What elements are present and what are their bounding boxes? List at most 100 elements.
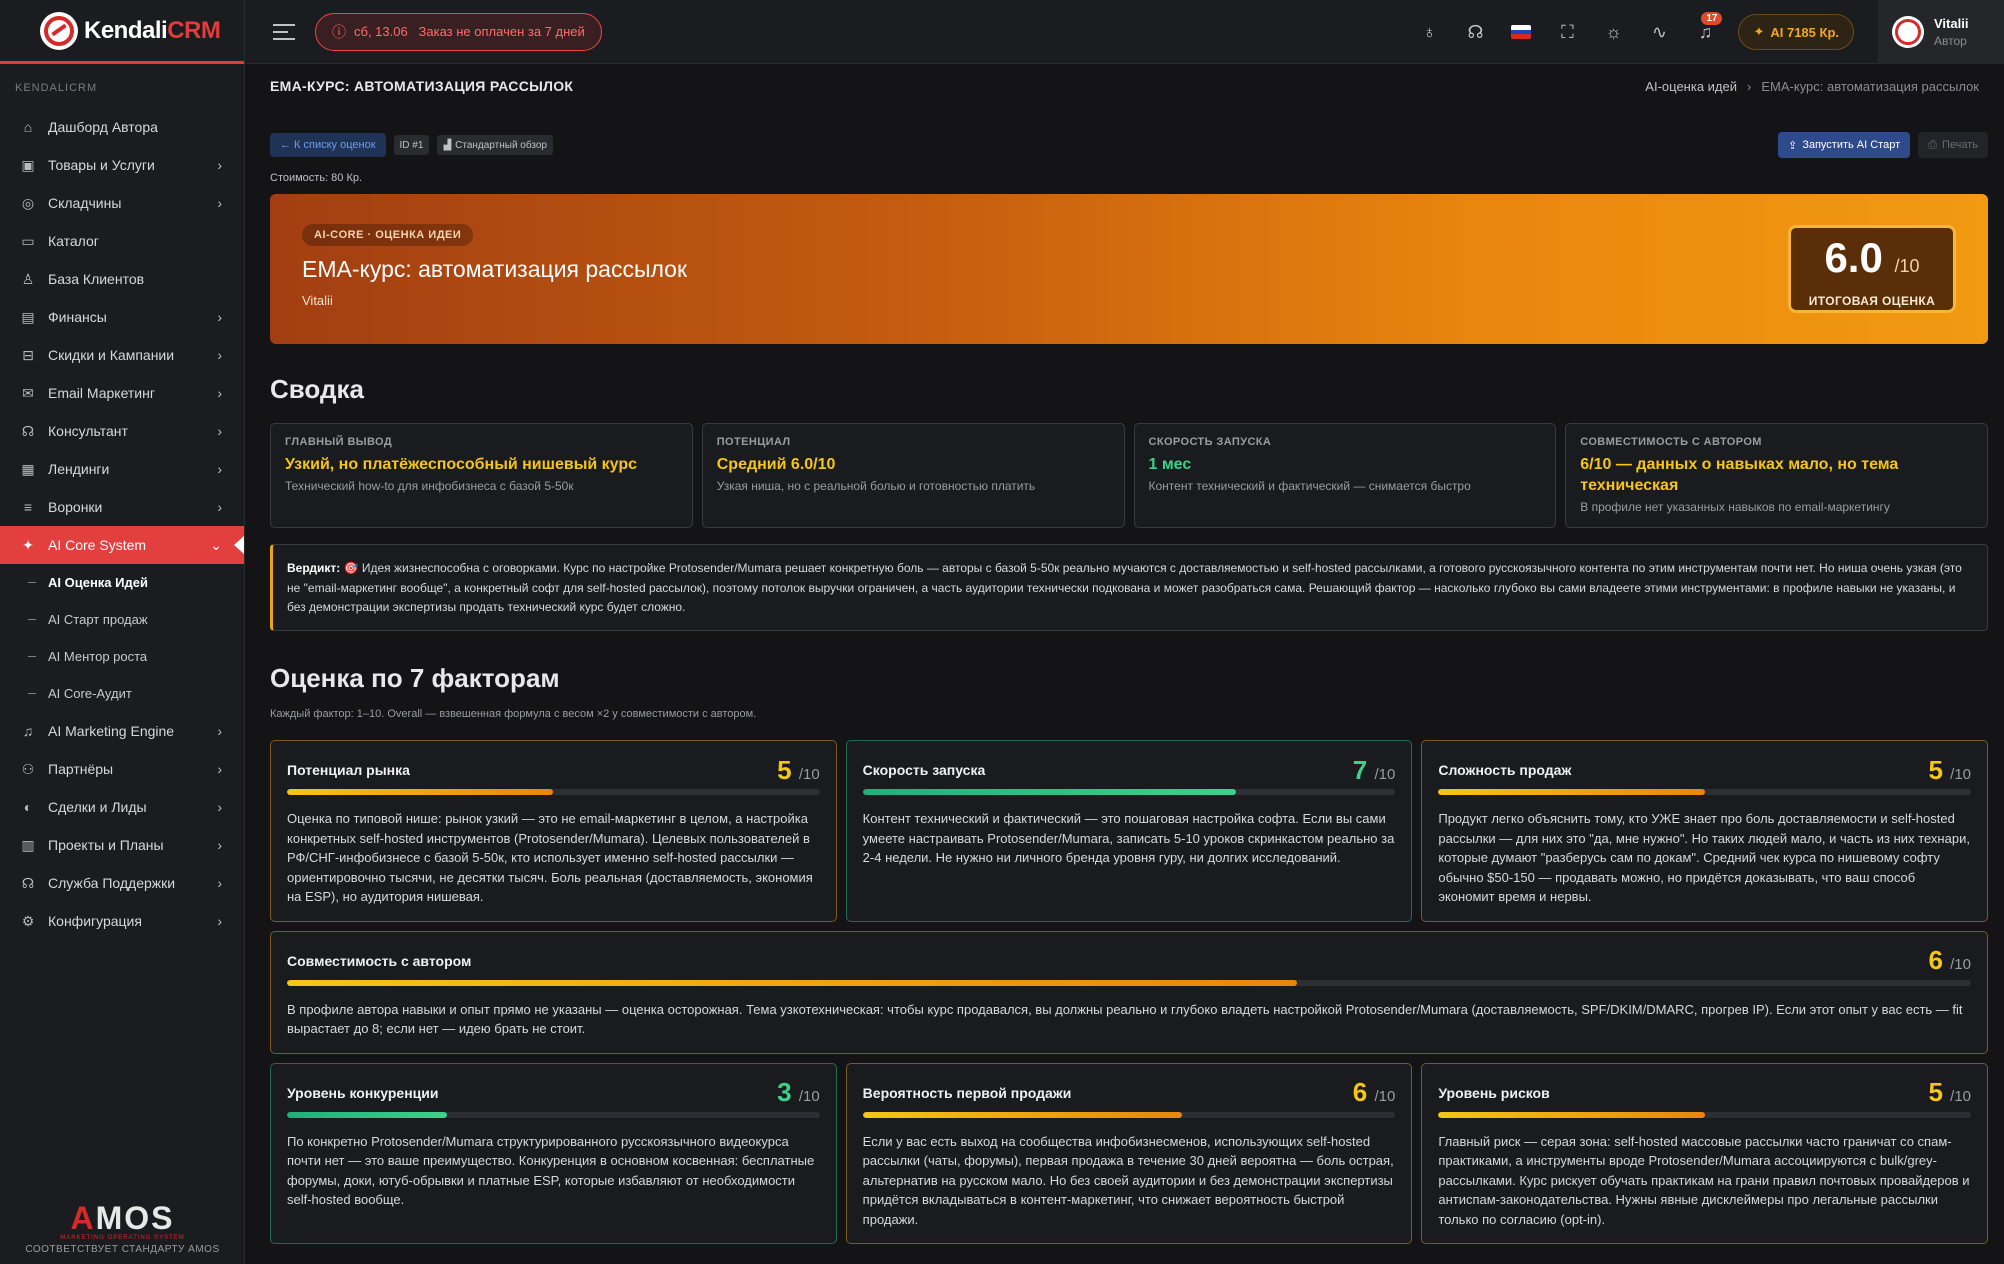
factor-score-max: /10 xyxy=(1950,1088,1972,1105)
fullscreen-icon[interactable]: ⛶ xyxy=(1544,12,1590,52)
sidebar-item-sparkle[interactable]: ✦ AI Core System ⌄ xyxy=(0,526,244,564)
toolbar-actions: ⇪ Запустить AI Старт ⎙ Печать xyxy=(1777,132,1988,158)
chevron-right-icon: › xyxy=(217,461,222,477)
factor-header: Совместимость с автором 6 /10 xyxy=(287,945,1971,975)
chevron-right-icon: › xyxy=(217,195,222,211)
run-ai-start-button[interactable]: ⇪ Запустить AI Старт xyxy=(1777,132,1911,158)
factor-description: Если у вас есть выход на сообщества инфо… xyxy=(862,1133,1394,1227)
notifications-bell-icon[interactable]: ♫ 17 xyxy=(1682,12,1728,52)
sidebar-item-support[interactable]: ☊ Служба Поддержки › xyxy=(0,864,244,902)
alert-icon: ⓘ xyxy=(332,23,346,40)
support-icon: ☊ xyxy=(21,874,35,891)
sidebar-nav-lower: ♫ AI Marketing Engine › ⚇ Партнёры › ◐ Сделки и… xyxy=(0,712,244,940)
verdict-box: Вердикт: 🎯 Идея жизнеспособна с оговорка… xyxy=(270,544,1988,631)
sidebar-subitem[interactable]: AI Core-Аудит xyxy=(0,675,244,712)
toolbar: ← К списку оценок ID #1 ▟ Стандартный обз… xyxy=(270,132,1988,158)
chevron-right-icon: › xyxy=(217,157,222,173)
top-header: ⓘ сб, 13.06 Заказ не оплачен за 7 дней ♁… xyxy=(245,0,2004,64)
overall-score: 6.0 /10 xyxy=(1791,236,1953,288)
factor-score-bar xyxy=(1438,789,1972,795)
summary-card: СОВМЕСТИМОСТЬ С АВТОРОМ 6/10 — данных о н… xyxy=(1565,423,1988,528)
notifications-count: 17 xyxy=(1701,12,1723,25)
sidebar-item-headset[interactable]: ☊ Консультант › xyxy=(0,412,244,450)
factor-score-bar xyxy=(862,789,1396,795)
factors-note: Каждый фактор: 1–10. Overall — взвешенна… xyxy=(270,708,757,720)
order-alert[interactable]: ⓘ сб, 13.06 Заказ не оплачен за 7 дней xyxy=(315,12,602,51)
sidebar-item-box[interactable]: ▣ Товары и Услуги › xyxy=(0,146,244,184)
sidebar-subitem[interactable]: AI Старт продаж xyxy=(0,601,244,638)
bell-icon: ♫ xyxy=(22,723,34,739)
sidebar-item-label: Воронки xyxy=(48,499,103,515)
factor-score-max: /10 xyxy=(1374,1088,1396,1105)
page-subheader: EMA-КУРС: АВТОМАТИЗАЦИЯ РАССЫЛОК AI-оцен… xyxy=(245,64,2004,108)
sidebar-item-label: Партнёры xyxy=(48,761,114,777)
sidebar-item-page[interactable]: ▦ Лендинги › xyxy=(0,450,244,488)
factor-score-value: 3 xyxy=(777,1077,792,1107)
ai-spark-icon: ✦ xyxy=(1753,24,1765,39)
headset-icon[interactable]: ☊ xyxy=(1452,12,1498,52)
sidebar-subitem[interactable]: AI Ментор роста xyxy=(0,638,244,675)
overall-score-value: 6.0 xyxy=(1824,234,1883,281)
sidebar-item-label: Служба Поддержки xyxy=(48,875,176,891)
sidebar-item-globe[interactable]: ◎ Складчины › xyxy=(0,184,244,222)
sidebar-item-projects[interactable]: ▥ Проекты и Планы › xyxy=(0,826,244,864)
sidebar-nav: ⌂ Дашборд Автора ▣ Товары и Услуги › ◎ Складчи… xyxy=(0,108,244,564)
rocket-icon: ⇪ xyxy=(1787,139,1798,152)
sidebar-item-wallet[interactable]: ▤ Финансы › xyxy=(0,298,244,336)
sidebar-item-deals[interactable]: ◐ Сделки и Лиды › xyxy=(0,788,244,826)
theme-sun-icon[interactable]: ☼ xyxy=(1590,12,1636,52)
chevron-right-icon: › xyxy=(217,913,222,929)
brand[interactable]: KendaliCRM xyxy=(0,0,244,64)
summary-card-value: Средний 6.0/10 xyxy=(716,456,836,473)
summary-card-desc: В профиле нет указанных навыков по email… xyxy=(1580,500,1890,514)
verdict-label: Вердикт: xyxy=(287,561,341,575)
deals-icon: ◐ xyxy=(23,799,33,815)
headset-icon: ☊ xyxy=(21,422,35,439)
user-menu[interactable]: Vitalii Автор xyxy=(1878,0,2004,64)
ai-credits-badge[interactable]: ✦ AI 7185 Кр. xyxy=(1738,14,1854,50)
chevron-right-icon: › xyxy=(217,837,222,853)
chevron-right-icon: › xyxy=(217,385,222,401)
chevron-right-icon: › xyxy=(217,799,222,815)
factor-title: Уровень рисков xyxy=(1438,1084,1550,1101)
brand-logo-icon xyxy=(40,11,78,50)
amos-footer: AMOS MARKETING OPERATING SYSTEM СООТВЕТС… xyxy=(0,1194,245,1264)
sidebar-item-filter[interactable]: ≡ Воронки › xyxy=(0,488,244,526)
sidebar-item-gear[interactable]: ⚙ Конфигурация › xyxy=(0,902,244,940)
sidebar-item-people[interactable]: ⚇ Партнёры › xyxy=(0,750,244,788)
chevron-right-icon: › xyxy=(217,761,222,777)
page-icon: ▦ xyxy=(21,460,35,477)
factor-card: Потенциал рынка 5 /10 Оценка по типовой ни… xyxy=(270,740,837,922)
factor-card: Уровень конкуренции 3 /10 По конкретно Pro… xyxy=(270,1062,837,1244)
sidebar-item-basket[interactable]: ⊟ Скидки и Кампании › xyxy=(0,336,244,374)
factor-score: 5 /10 xyxy=(1928,1077,1971,1108)
breadcrumb-current: EMA-курс: автоматизация рассылок xyxy=(1761,78,1979,94)
sidebar-subitem[interactable]: AI Оценка Идей xyxy=(0,564,244,601)
overall-score-box: 6.0 /10 ИТОГОВАЯ ОЦЕНКА xyxy=(1788,225,1956,313)
print-button[interactable]: ⎙ Печать xyxy=(1918,132,1988,158)
back-to-list-button[interactable]: ← К списку оценок xyxy=(270,133,386,157)
sidebar-item-home[interactable]: ⌂ Дашборд Автора xyxy=(0,108,244,146)
sidebar-item-user[interactable]: ♙ База Клиентов xyxy=(0,260,244,298)
sidebar-item-mail[interactable]: ✉ Email Маркетинг › xyxy=(0,374,244,412)
language-flag-icon[interactable] xyxy=(1498,12,1544,52)
summary-heading: Сводка xyxy=(270,374,364,404)
sidebar-item-bell[interactable]: ♫ AI Marketing Engine › xyxy=(0,712,244,750)
factor-score: 6 /10 xyxy=(1353,1077,1396,1108)
summary-card-value: 1 мес xyxy=(1148,456,1192,473)
factor-title: Сложность продаж xyxy=(1438,762,1572,778)
factor-title: Уровень конкуренции xyxy=(287,1084,439,1101)
breadcrumb-root[interactable]: AI-оценка идей xyxy=(1645,79,1737,94)
sidebar-item-folder[interactable]: ▭ Каталог xyxy=(0,222,244,260)
factors-heading: Оценка по 7 факторам xyxy=(270,663,560,693)
lightbulb-icon[interactable]: ♁ xyxy=(1406,12,1452,52)
projects-icon: ▥ xyxy=(21,836,35,853)
menu-toggle-icon[interactable] xyxy=(273,23,295,40)
sidebar-item-label: Финансы xyxy=(48,309,107,325)
sidebar: KendaliCRM KENDALICRM ⌂ Дашборд Автора ▣ То… xyxy=(0,0,245,1264)
amos-tagline: MARKETING OPERATING SYSTEM xyxy=(60,1235,185,1241)
basket-icon: ⊟ xyxy=(22,346,34,363)
review-mode-text: Стандартный обзор xyxy=(455,139,547,151)
activity-icon[interactable]: ∿ xyxy=(1636,12,1682,52)
factor-description: По конкретно Protosender/Mumara структур… xyxy=(287,1133,815,1208)
